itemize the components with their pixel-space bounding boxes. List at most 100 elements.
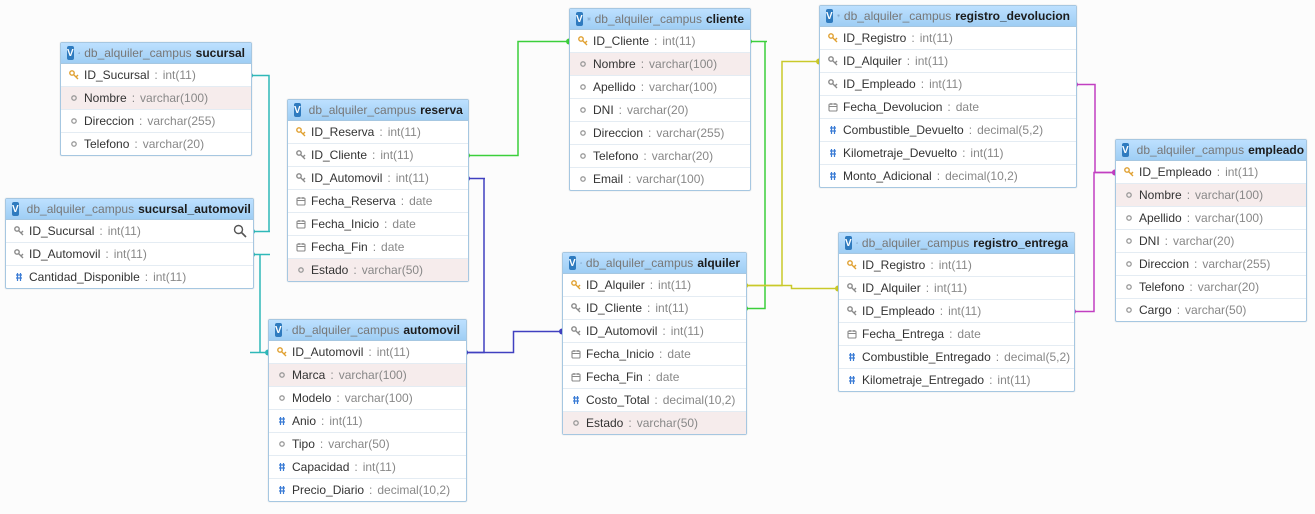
- column-row[interactable]: ID_Alquiler : int(11): [563, 274, 746, 297]
- column-row[interactable]: ID_Automovil : int(11): [288, 167, 468, 190]
- column-type-value: date: [381, 240, 404, 254]
- table-name-label: automovil: [403, 323, 460, 337]
- column-row[interactable]: ID_Alquiler : int(11): [839, 277, 1074, 300]
- column-row[interactable]: Direccion : varchar(255): [570, 122, 750, 145]
- column-row[interactable]: Modelo : varchar(100): [269, 387, 466, 410]
- column-name: Fecha_Devolucion: [843, 100, 942, 114]
- column-row[interactable]: ID_Registro : int(11): [820, 27, 1076, 50]
- column-row[interactable]: ID_Automovil : int(11): [6, 243, 253, 266]
- column-row[interactable]: Estado : varchar(50): [563, 412, 746, 434]
- table-automovil[interactable]: Vdb_alquiler_campusautomovilID_Automovil…: [268, 319, 467, 502]
- table-header[interactable]: Vdb_alquiler_campusalquiler: [563, 253, 746, 274]
- gear-icon[interactable]: [837, 10, 840, 22]
- er-diagram-canvas[interactable]: Vdb_alquiler_campussucursalID_Sucursal :…: [0, 0, 1315, 514]
- column-row[interactable]: Cantidad_Disponible : int(11): [6, 266, 253, 288]
- column-row[interactable]: ID_Automovil : int(11): [563, 320, 746, 343]
- column-row[interactable]: ID_Empleado : int(11): [820, 73, 1076, 96]
- column-row[interactable]: Fecha_Fin : date: [288, 236, 468, 259]
- column-row[interactable]: Kilometraje_Entregado : int(11): [839, 369, 1074, 391]
- db-name-label: db_alquiler_campus: [862, 236, 969, 250]
- gear-icon[interactable]: [78, 47, 81, 59]
- foreign-key-icon: [828, 56, 838, 66]
- hash-icon: [828, 171, 838, 181]
- foreign-key-icon: [847, 283, 857, 293]
- column-row[interactable]: Telefono : varchar(20): [1116, 276, 1306, 299]
- column-row[interactable]: DNI : varchar(20): [570, 99, 750, 122]
- column-type: :: [320, 437, 323, 451]
- column-row[interactable]: Telefono : varchar(20): [61, 133, 251, 155]
- column-row[interactable]: ID_Cliente : int(11): [288, 144, 468, 167]
- column-type: :: [949, 327, 952, 341]
- column-row[interactable]: ID_Empleado : int(11): [1116, 161, 1306, 184]
- column-row[interactable]: Email : varchar(100): [570, 168, 750, 190]
- column-row[interactable]: DNI : varchar(20): [1116, 230, 1306, 253]
- column-row[interactable]: Precio_Diario : decimal(10,2): [269, 479, 466, 501]
- table-header[interactable]: Vdb_alquiler_campusreserva: [288, 100, 468, 121]
- column-row[interactable]: Nombre : varchar(100): [1116, 184, 1306, 207]
- phpmyadmin-icon: V: [576, 12, 583, 26]
- column-row[interactable]: ID_Alquiler : int(11): [820, 50, 1076, 73]
- column-row[interactable]: ID_Sucursal : int(11): [61, 64, 251, 87]
- column-type-value: varchar(255): [1202, 257, 1270, 271]
- circle-icon: [578, 82, 588, 92]
- column-row[interactable]: Tipo : varchar(50): [269, 433, 466, 456]
- column-row[interactable]: Costo_Total : decimal(10,2): [563, 389, 746, 412]
- column-row[interactable]: Kilometraje_Devuelto : int(11): [820, 142, 1076, 165]
- gear-icon[interactable]: [856, 237, 858, 249]
- column-row[interactable]: Marca : varchar(100): [269, 364, 466, 387]
- table-sucursal_automovil[interactable]: Vdb_alquiler_campussucursal_automovilID_…: [5, 198, 254, 289]
- column-row[interactable]: Direccion : varchar(255): [61, 110, 251, 133]
- column-type-value: int(11): [380, 148, 413, 162]
- table-registro_devolucion[interactable]: Vdb_alquiler_campusregistro_devolucionID…: [819, 5, 1077, 188]
- magnifier-icon[interactable]: [233, 224, 247, 241]
- column-row[interactable]: ID_Cliente : int(11): [563, 297, 746, 320]
- table-header[interactable]: Vdb_alquiler_campussucursal: [61, 43, 251, 64]
- table-registro_entrega[interactable]: Vdb_alquiler_campusregistro_entregaID_Re…: [838, 232, 1075, 392]
- column-row[interactable]: Telefono : varchar(20): [570, 145, 750, 168]
- table-header[interactable]: Vdb_alquiler_campuscliente: [570, 9, 750, 30]
- table-header[interactable]: Vdb_alquiler_campusempleado: [1116, 140, 1306, 161]
- table-name-label: registro_devolucion: [955, 9, 1070, 23]
- column-row[interactable]: Capacidad : int(11): [269, 456, 466, 479]
- column-row[interactable]: Nombre : varchar(100): [61, 87, 251, 110]
- column-row[interactable]: Apellido : varchar(100): [1116, 207, 1306, 230]
- column-type-value: varchar(50): [637, 416, 698, 430]
- column-type: :: [372, 148, 375, 162]
- column-row[interactable]: Nombre : varchar(100): [570, 53, 750, 76]
- table-sucursal[interactable]: Vdb_alquiler_campussucursalID_Sucursal :…: [60, 42, 252, 156]
- column-row[interactable]: ID_Cliente : int(11): [570, 30, 750, 53]
- column-row[interactable]: Fecha_Fin : date: [563, 366, 746, 389]
- column-row[interactable]: ID_Sucursal : int(11): [6, 220, 253, 243]
- column-row[interactable]: Fecha_Inicio : date: [288, 213, 468, 236]
- table-header[interactable]: Vdb_alquiler_campussucursal_automovil: [6, 199, 253, 220]
- foreign-key-icon: [847, 306, 857, 316]
- db-name-label: db_alquiler_campus: [1137, 143, 1244, 157]
- gear-icon[interactable]: [286, 324, 288, 336]
- column-row[interactable]: ID_Registro : int(11): [839, 254, 1074, 277]
- table-reserva[interactable]: Vdb_alquiler_campusreservaID_Reserva : i…: [287, 99, 469, 282]
- table-cliente[interactable]: Vdb_alquiler_campusclienteID_Cliente : i…: [569, 8, 751, 191]
- table-header[interactable]: Vdb_alquiler_campusregistro_entrega: [839, 233, 1074, 254]
- column-row[interactable]: Monto_Adicional : decimal(10,2): [820, 165, 1076, 187]
- table-alquiler[interactable]: Vdb_alquiler_campusalquilerID_Alquiler :…: [562, 252, 747, 435]
- column-row[interactable]: Combustible_Entregado : decimal(5,2): [839, 346, 1074, 369]
- column-row[interactable]: Fecha_Reserva : date: [288, 190, 468, 213]
- table-empleado[interactable]: Vdb_alquiler_campusempleadoID_Empleado :…: [1115, 139, 1307, 322]
- column-row[interactable]: Estado : varchar(50): [288, 259, 468, 281]
- gear-icon[interactable]: [587, 13, 591, 25]
- column-row[interactable]: Fecha_Devolucion : date: [820, 96, 1076, 119]
- column-row[interactable]: ID_Empleado : int(11): [839, 300, 1074, 323]
- column-row[interactable]: Cargo : varchar(50): [1116, 299, 1306, 321]
- column-type-value: varchar(20): [1198, 280, 1259, 294]
- column-row[interactable]: Combustible_Devuelto : decimal(5,2): [820, 119, 1076, 142]
- table-header[interactable]: Vdb_alquiler_campusautomovil: [269, 320, 466, 341]
- column-row[interactable]: Fecha_Entrega : date: [839, 323, 1074, 346]
- table-header[interactable]: Vdb_alquiler_campusregistro_devolucion: [820, 6, 1076, 27]
- column-row[interactable]: Direccion : varchar(255): [1116, 253, 1306, 276]
- column-row[interactable]: Anio : int(11): [269, 410, 466, 433]
- column-row[interactable]: Apellido : varchar(100): [570, 76, 750, 99]
- column-row[interactable]: ID_Reserva : int(11): [288, 121, 468, 144]
- gear-icon[interactable]: [580, 257, 582, 269]
- column-row[interactable]: Fecha_Inicio : date: [563, 343, 746, 366]
- column-row[interactable]: ID_Automovil : int(11): [269, 341, 466, 364]
